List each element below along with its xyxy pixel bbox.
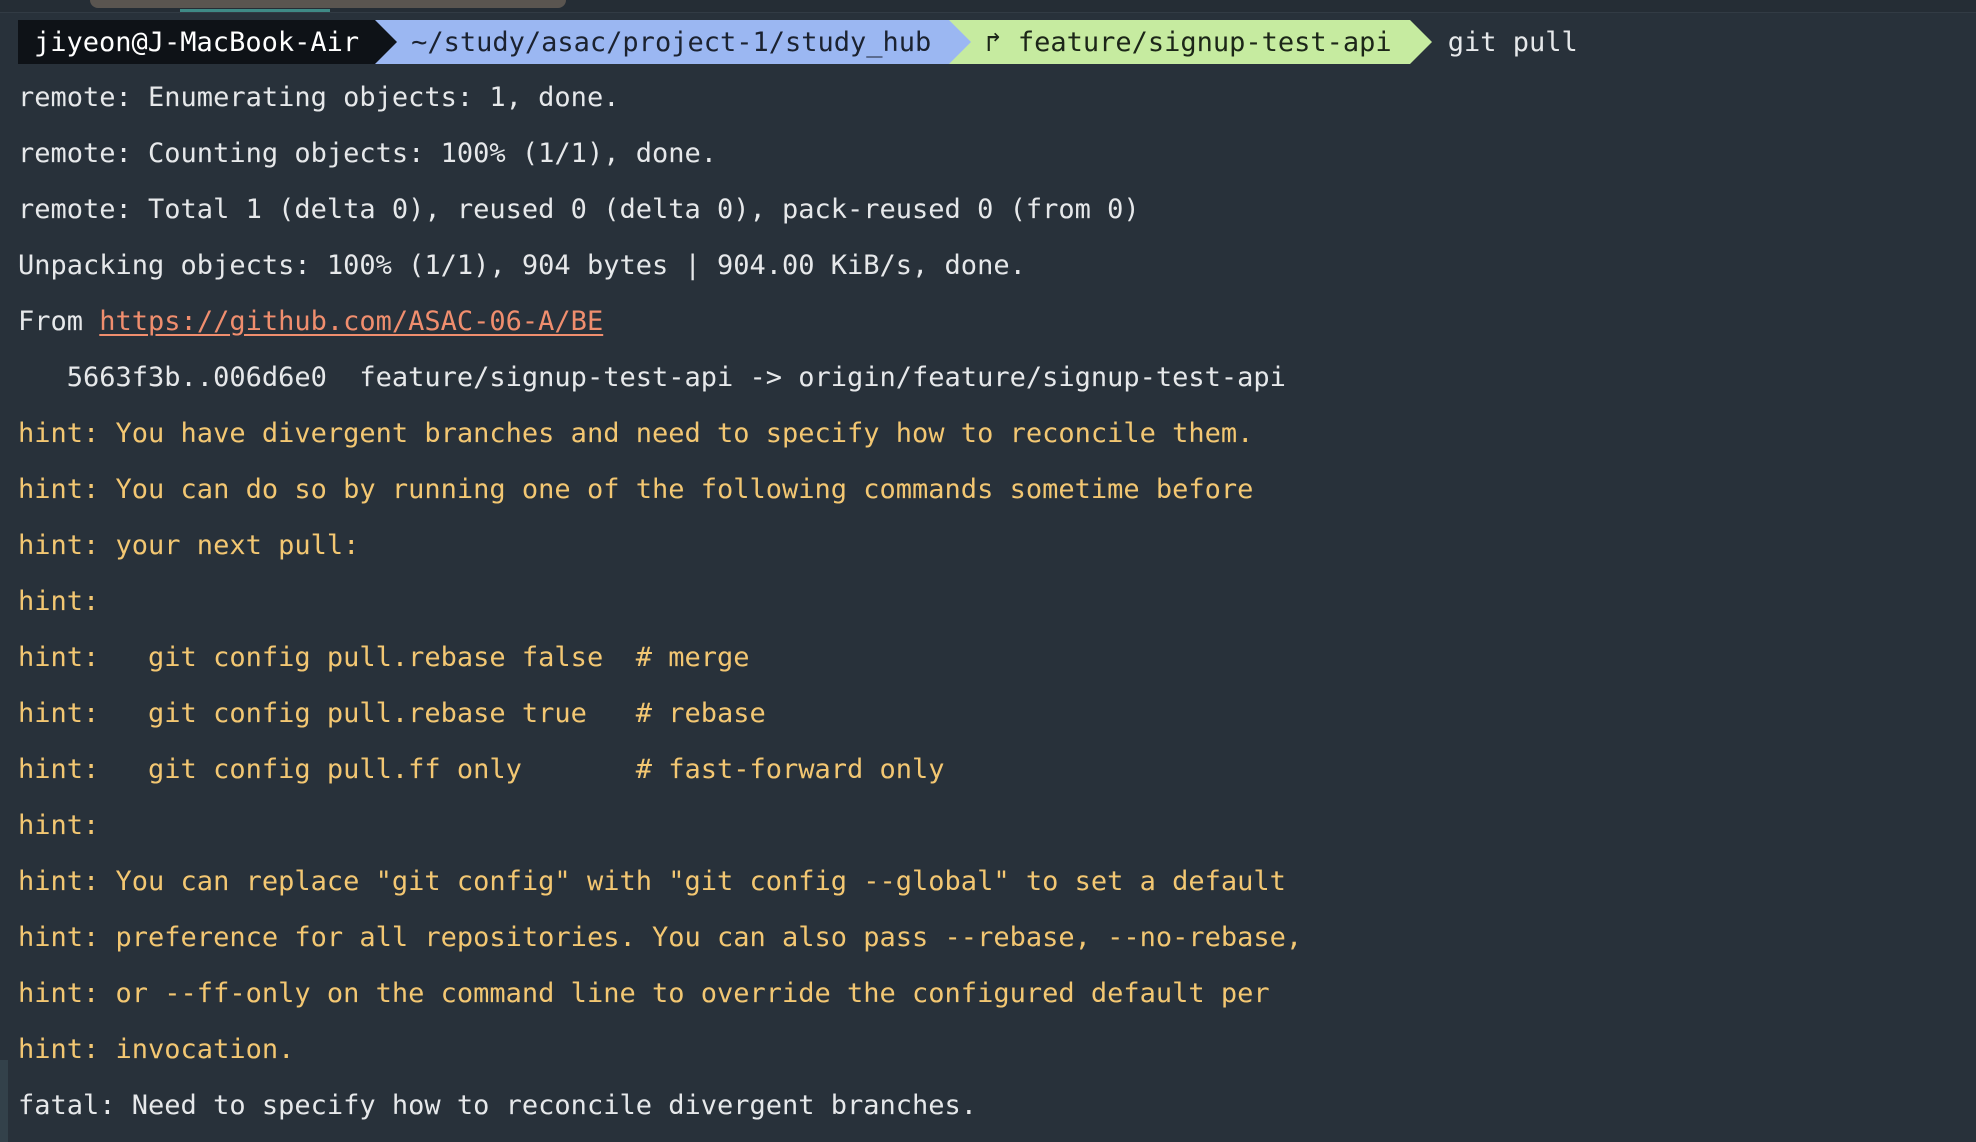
- terminal-output: remote: Enumerating objects: 1, done. re…: [18, 76, 1958, 1140]
- from-label: From: [18, 306, 100, 337]
- prompt-user-host: jiyeon@J-MacBook-Air: [34, 26, 360, 58]
- fatal-line: fatal: Need to specify how to reconcile …: [18, 1090, 978, 1121]
- prompt-user-host-segment: jiyeon@J-MacBook-Air: [18, 20, 398, 64]
- scroll-marker: [0, 1060, 8, 1142]
- hint-line: hint: your next pull:: [18, 530, 360, 561]
- hint-line: hint: You can replace "git config" with …: [18, 866, 1286, 897]
- output-line: remote: Enumerating objects: 1, done.: [18, 82, 620, 113]
- powerline-arrow-icon: [949, 20, 972, 64]
- hint-line: hint: You can do so by running one of th…: [18, 474, 1254, 505]
- hint-line: hint:: [18, 586, 100, 617]
- prompt-path: ~/study/asac/project-1/study_hub: [411, 26, 932, 58]
- hint-line: hint: git config pull.rebase false # mer…: [18, 642, 750, 673]
- output-line-from: From https://github.com/ASAC-06-A/BE: [18, 300, 1958, 356]
- output-line: remote: Counting objects: 100% (1/1), do…: [18, 138, 717, 169]
- hint-line: hint: preference for all repositories. Y…: [18, 922, 1303, 953]
- prompt-branch: feature/signup-test-api: [1017, 26, 1392, 58]
- window-top-strip: [0, 0, 1976, 13]
- prompt-command: git pull: [1447, 26, 1578, 58]
- hint-line: hint: git config pull.rebase true # reba…: [18, 698, 766, 729]
- shell-prompt: jiyeon@J-MacBook-Air ~/study/asac/projec…: [18, 20, 1578, 64]
- output-line: 5663f3b..006d6e0 feature/signup-test-api…: [18, 362, 1286, 393]
- output-line: Unpacking objects: 100% (1/1), 904 bytes…: [18, 250, 1026, 281]
- active-tab-indicator: [180, 9, 330, 12]
- hint-line: hint: You have divergent branches and ne…: [18, 418, 1254, 449]
- git-branch-icon: ↱: [985, 26, 1002, 58]
- powerline-arrow-icon: [1409, 20, 1432, 64]
- video-thumbnail: [90, 0, 566, 8]
- powerline-arrow-icon: [375, 20, 398, 64]
- hint-line: hint: git config pull.ff only # fast-for…: [18, 754, 945, 785]
- output-line: remote: Total 1 (delta 0), reused 0 (del…: [18, 194, 1140, 225]
- prompt-path-segment: ~/study/asac/project-1/study_hub: [375, 20, 972, 64]
- hint-line: hint:: [18, 810, 100, 841]
- hint-line: hint: or --ff-only on the command line t…: [18, 978, 1270, 1009]
- prompt-branch-segment: ↱ feature/signup-test-api: [949, 20, 1432, 64]
- hint-line: hint: invocation.: [18, 1034, 295, 1065]
- repo-url-link[interactable]: https://github.com/ASAC-06-A/BE: [99, 306, 603, 337]
